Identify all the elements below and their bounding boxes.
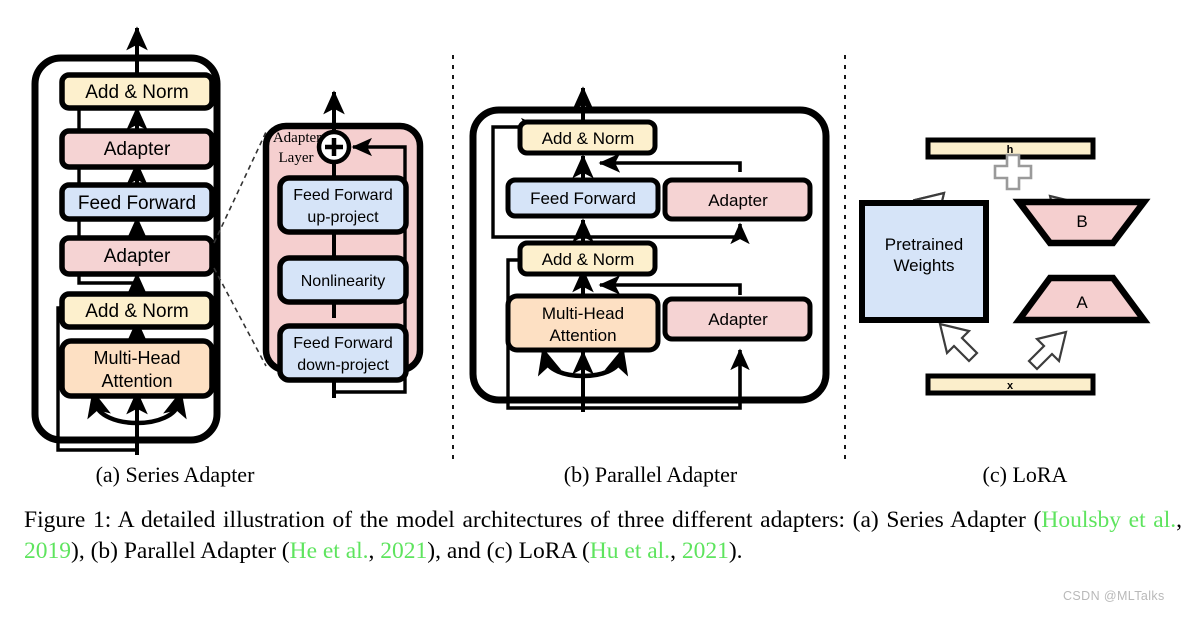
block-label: Add & Norm — [85, 82, 188, 103]
caption-sep-3: , — [670, 538, 682, 564]
block-label: Add & Norm — [542, 129, 635, 148]
lora-pretrained-weights: Pretrained Weights — [859, 200, 989, 323]
lora-matrix-a: A — [1012, 274, 1151, 324]
caption-mid-1: ), (b) Parallel Adapter ( — [71, 538, 290, 564]
csdn-watermark: CSDN @MLTalks — [1063, 589, 1165, 603]
panel-caption-a: (a) Series Adapter — [95, 462, 255, 487]
block-label-line2: Attention — [101, 371, 172, 391]
panel-adapter-layer-detail: Adapter Layer Feed Forward up-project No… — [262, 90, 424, 398]
caption-sep-1: , — [1176, 507, 1182, 533]
block-label-line1: Feed Forward — [293, 335, 393, 352]
citation-houlsby-authors: Houlsby et al. — [1041, 507, 1177, 533]
block-add-norm-bottom: Add & Norm — [59, 291, 215, 330]
arrow-x-to-weights — [938, 322, 979, 363]
caption-sep-2: , — [368, 538, 381, 564]
citation-hu-authors: Hu et al. — [589, 538, 671, 564]
figure-caption: Figure 1: A detailed illustration of the… — [24, 505, 1182, 567]
block-multi-head-attention: Multi-Head Attention — [505, 293, 661, 353]
adapter-layer-sum-node — [316, 129, 352, 165]
block-add-norm-top: Add & Norm — [517, 119, 658, 156]
lora-matrix-b: B — [1012, 198, 1151, 247]
block-label: Feed Forward — [78, 193, 196, 214]
block-label: Adapter — [708, 191, 768, 210]
block-feed-forward-down-project: Feed Forward down-project — [277, 323, 409, 383]
adapter-layer-title-line1: Adapter — [273, 130, 321, 146]
zoom-connector-lines — [213, 131, 267, 367]
block-adapter-upper: Adapter — [59, 128, 215, 170]
block-adapter-upper: Adapter — [662, 177, 813, 222]
citation-he-authors: He et al. — [289, 538, 369, 564]
block-add-norm-top: Add & Norm — [59, 72, 215, 111]
matrix-b-label: B — [1076, 212, 1087, 231]
arrow-x-to-a — [1027, 330, 1068, 371]
panel-caption-c: (c) LoRA — [982, 462, 1068, 487]
block-label-line2: up-project — [307, 209, 379, 226]
block-label-line1: Multi-Head — [542, 304, 624, 323]
caption-suffix: ). — [728, 538, 743, 564]
block-label: Adapter — [104, 139, 171, 160]
citation-hu-year: 2021 — [681, 538, 729, 564]
block-label: Add & Norm — [85, 301, 188, 322]
adapter-layer-title-line2: Layer — [279, 150, 314, 166]
matrix-a-label: A — [1076, 293, 1088, 312]
block-label-line1: Feed Forward — [293, 187, 393, 204]
block-multi-head-attention: Multi-Head Attention — [59, 338, 215, 399]
block-label-line1: Nonlinearity — [301, 273, 385, 290]
lora-input-bar-label: x — [1007, 380, 1014, 392]
caption-prefix: Figure 1: A detailed illustration of the… — [24, 507, 1042, 533]
block-adapter-lower: Adapter — [662, 296, 813, 342]
block-feed-forward-up-project: Feed Forward up-project — [277, 175, 409, 235]
panel-parallel-adapter: Add & Norm Feed Forward Adapter Add & No… — [469, 86, 830, 412]
block-adapter-lower: Adapter — [59, 235, 215, 277]
block-label-line1: Multi-Head — [93, 348, 180, 368]
block-label: Adapter — [104, 246, 171, 267]
lora-plus-icon — [993, 153, 1033, 191]
block-label-line2: Attention — [549, 326, 616, 345]
pretrained-weights-label-line2: Weights — [893, 256, 954, 275]
panel-series-adapter: Add & Norm Adapter Feed Forward Adapter … — [31, 26, 221, 455]
pretrained-weights-label-line1: Pretrained — [885, 235, 963, 254]
block-label: Add & Norm — [542, 250, 635, 269]
panel-caption-b: (b) Parallel Adapter — [563, 462, 738, 487]
citation-houlsby-year: 2019 — [24, 538, 71, 564]
block-label: Adapter — [708, 310, 768, 329]
block-add-norm-bottom: Add & Norm — [517, 240, 658, 277]
block-nonlinearity: Nonlinearity — [277, 255, 409, 305]
block-feed-forward: Feed Forward — [59, 182, 215, 222]
block-label: Feed Forward — [530, 189, 636, 208]
panel-lora: h Pretrained Weights B A x — [859, 137, 1151, 396]
caption-mid-2: ), and (c) LoRA ( — [427, 538, 590, 564]
block-feed-forward: Feed Forward — [505, 177, 661, 219]
citation-he-year: 2021 — [380, 538, 428, 564]
block-label-line2: down-project — [297, 357, 389, 374]
lora-input-bar: x — [925, 373, 1096, 396]
